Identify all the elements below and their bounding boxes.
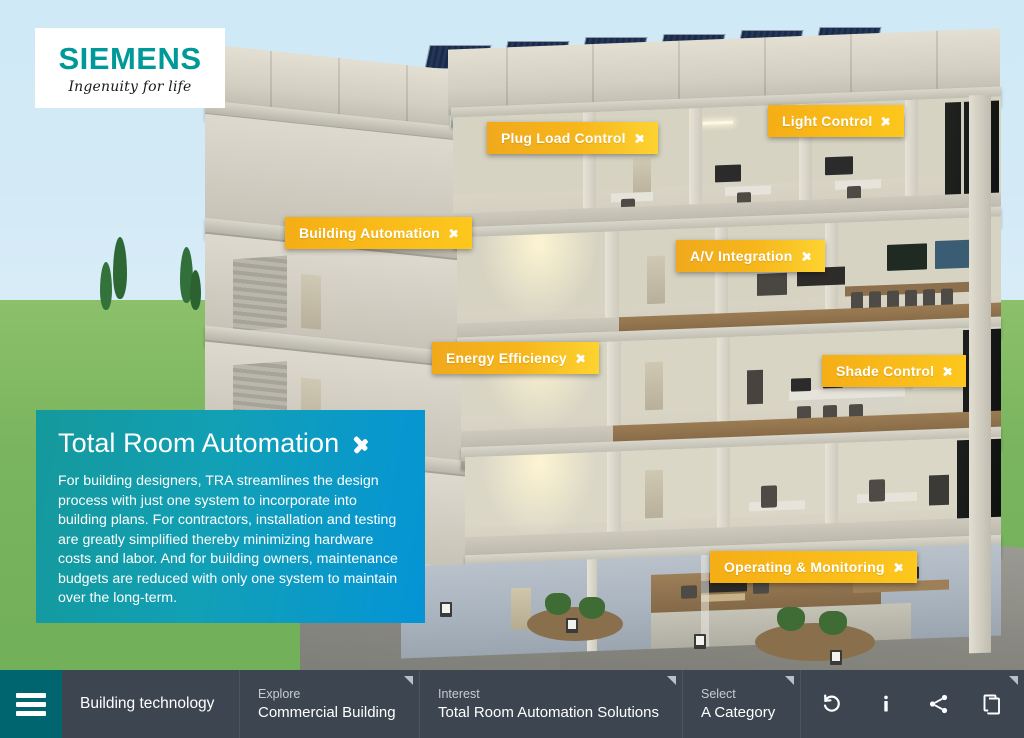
hotspot-label: Operating & Monitoring: [724, 558, 885, 575]
share-icon[interactable]: [917, 682, 961, 726]
hotspot-label: A/V Integration: [690, 247, 793, 264]
nav-segment-label: Select: [701, 686, 736, 701]
plaza-lamp: [694, 634, 706, 649]
scene-viewport: SIEMENS Ingenuity for life Plug Load Con…: [0, 0, 1024, 738]
reset-icon[interactable]: [810, 682, 854, 726]
hotspot-plug-load-control[interactable]: Plug Load Control: [487, 122, 658, 154]
info-panel-body: For building designers, TRA streamlines …: [58, 473, 398, 606]
hotspot-shade-control[interactable]: Shade Control: [822, 355, 967, 387]
info-panel[interactable]: Total Room Automation For building desig…: [36, 410, 425, 623]
info-panel-title: Total Room Automation: [58, 428, 340, 458]
nav-segment-interest[interactable]: Interest Total Room Automation Solutions: [420, 670, 683, 738]
hotspot-label: Light Control: [782, 112, 873, 129]
hotspot-label: Shade Control: [836, 362, 935, 379]
plaza-lamp: [440, 602, 452, 617]
chevron-right-icon: [943, 362, 954, 379]
chevron-right-icon: [449, 224, 460, 241]
nav-segment-value: Total Room Automation Solutions: [438, 703, 659, 721]
bottom-navigation-bar: Building technology Explore Commercial B…: [0, 670, 1024, 738]
chevron-right-icon: [802, 247, 813, 264]
hotspot-light-control[interactable]: Light Control: [768, 105, 905, 137]
plaza-lamp: [566, 618, 578, 633]
shrub: [545, 593, 571, 615]
chevron-right-icon: [881, 112, 892, 129]
hotspot-av-integration[interactable]: A/V Integration: [676, 240, 825, 272]
nav-title-label: Building technology: [80, 695, 215, 712]
plaza-lamp: [830, 650, 842, 665]
siemens-logo: SIEMENS Ingenuity for life: [35, 28, 225, 108]
dropdown-corner-icon: [785, 676, 794, 685]
brand-wordmark: SIEMENS: [58, 41, 202, 76]
planter: [755, 623, 875, 661]
building-corner-column: [969, 94, 991, 654]
shrub: [819, 611, 847, 635]
tree-decoration: [100, 262, 112, 310]
shrub: [777, 607, 805, 631]
hotspot-building-automation[interactable]: Building Automation: [285, 217, 472, 249]
tree-decoration: [190, 270, 201, 310]
hotspot-energy-efficiency[interactable]: Energy Efficiency: [432, 342, 599, 374]
nav-title[interactable]: Building technology: [62, 670, 240, 738]
brand-tagline: Ingenuity for life: [68, 79, 192, 95]
nav-action-icons: [801, 670, 1024, 738]
nav-segment-select[interactable]: Select A Category: [683, 670, 801, 738]
hotspot-operating-monitoring[interactable]: Operating & Monitoring: [710, 551, 917, 583]
stairwell: [233, 255, 287, 332]
dropdown-corner-icon: [667, 676, 676, 685]
copy-icon[interactable]: [971, 682, 1015, 726]
hotspot-label: Energy Efficiency: [446, 349, 567, 366]
hamburger-menu-button[interactable]: [0, 670, 62, 738]
nav-segment-explore[interactable]: Explore Commercial Building: [240, 670, 420, 738]
hotspot-label: Plug Load Control: [501, 129, 626, 146]
nav-segment-label: Explore: [258, 686, 301, 701]
dropdown-corner-icon: [404, 676, 413, 685]
info-panel-header: Total Room Automation: [58, 428, 401, 459]
hotspot-label: Building Automation: [299, 224, 440, 241]
hamburger-menu-icon: [16, 689, 46, 720]
nav-segment-value: A Category: [701, 703, 776, 721]
nav-segment-label: Interest: [438, 686, 480, 701]
chevron-right-icon: [635, 129, 646, 146]
chevron-right-icon: [894, 558, 905, 575]
shrub: [579, 597, 605, 619]
nav-segment-value: Commercial Building: [258, 703, 396, 721]
chevron-right-icon: [576, 349, 587, 366]
dropdown-corner-icon: [1009, 676, 1018, 685]
info-icon[interactable]: [864, 682, 908, 726]
chevron-right-icon[interactable]: [353, 429, 371, 459]
